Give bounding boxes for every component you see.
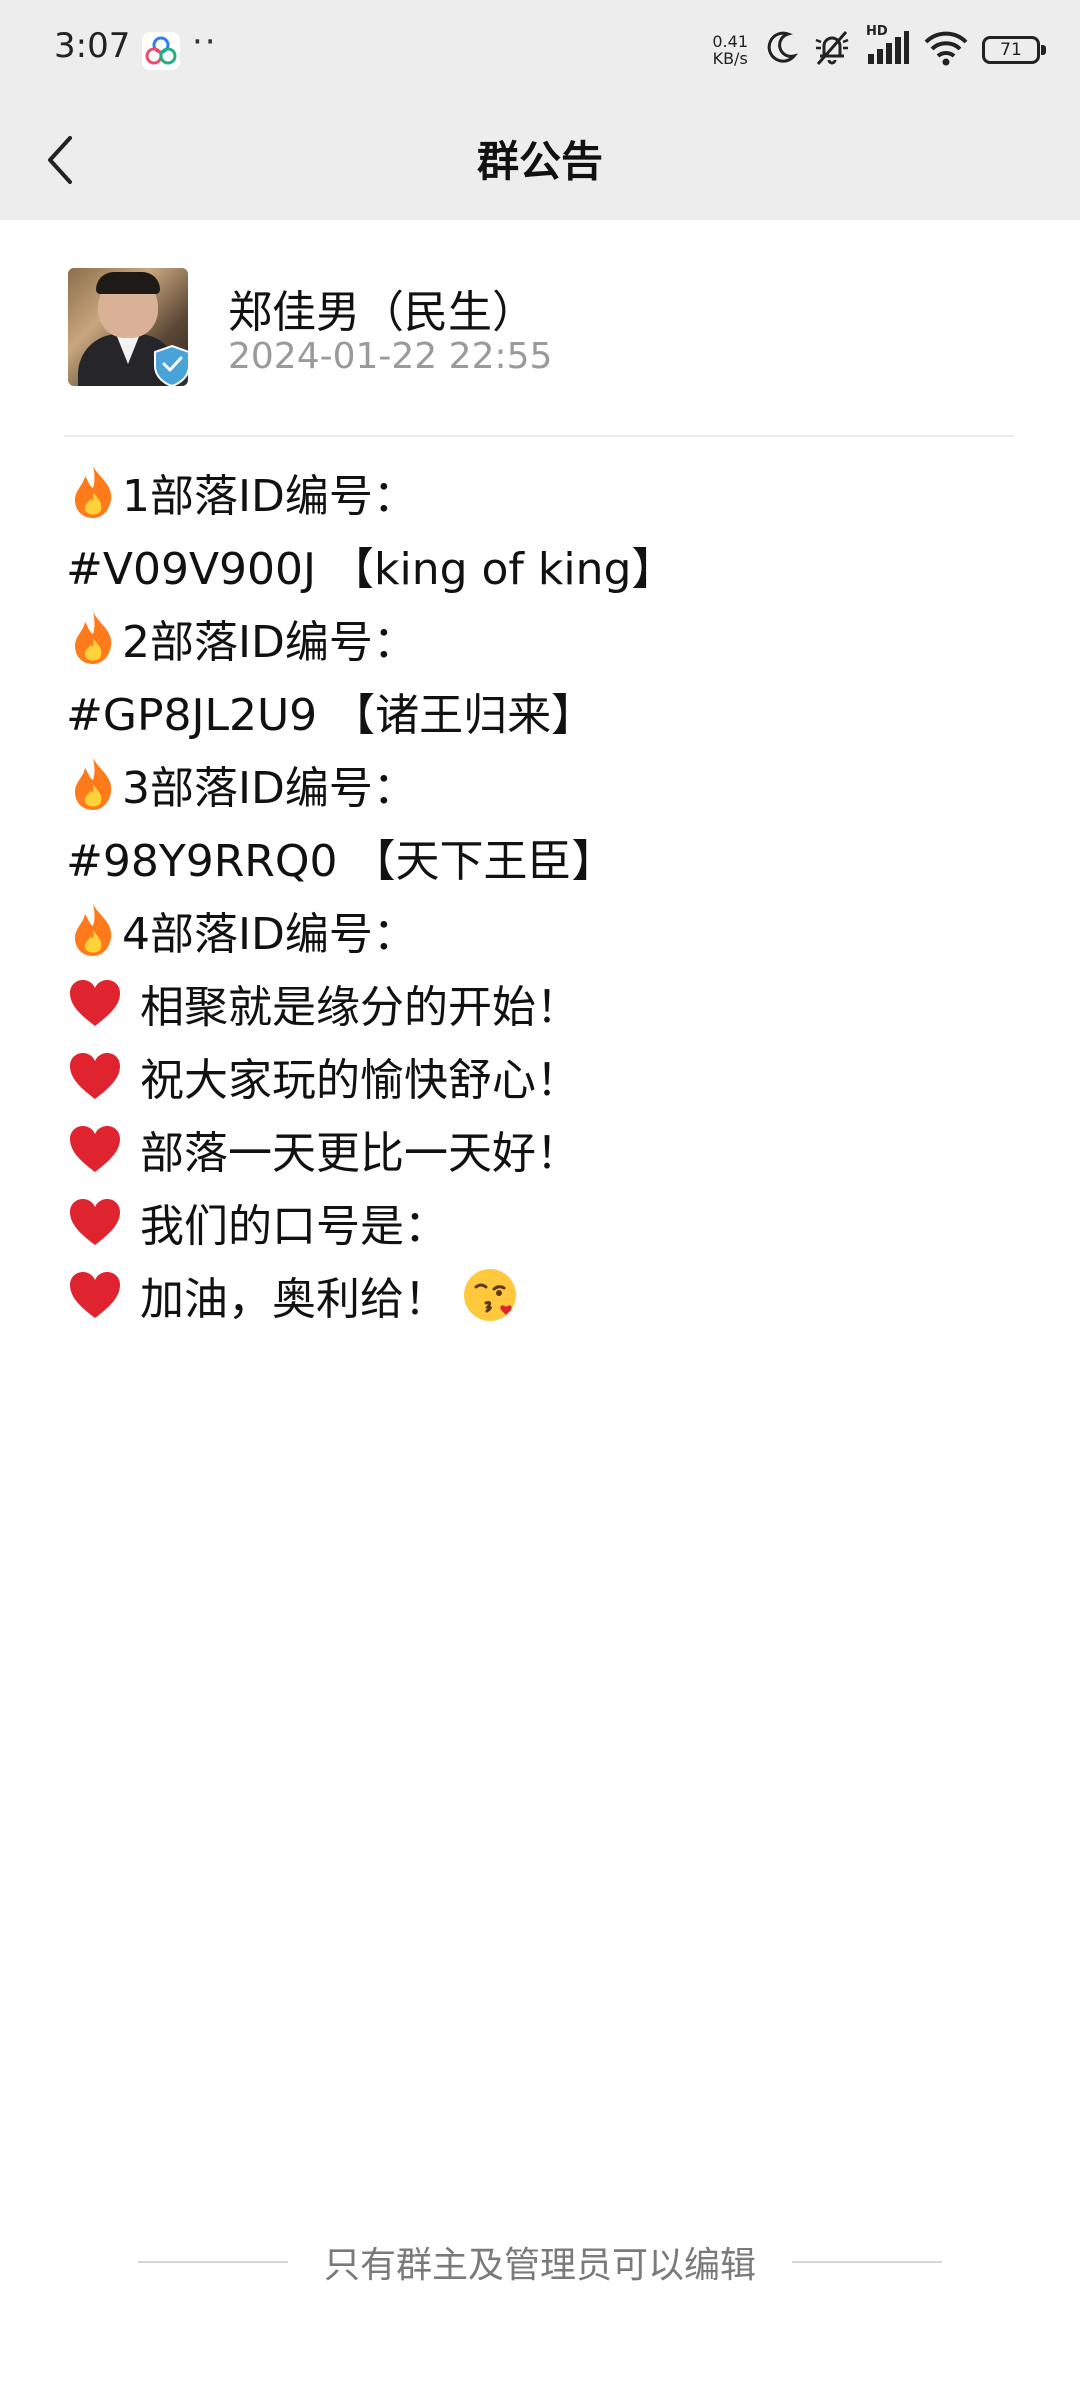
announcement-content: 1部落ID编号： #V09V900J 【king of king】 2部落ID编… — [66, 455, 1026, 1331]
announcement-line-text: #V09V900J 【king of king】 — [66, 543, 676, 595]
more-notifications-indicator: ·· — [192, 22, 218, 62]
announcement-line: 相聚就是缘分的开始！ — [66, 966, 1026, 1039]
announcement-line-text: 2部落ID编号： — [122, 616, 417, 668]
announcement-line-text: 相聚就是缘分的开始！ — [140, 981, 580, 1033]
moon-icon — [766, 30, 799, 70]
announcement-line-text: 祝大家玩的愉快舒心！ — [140, 1054, 580, 1106]
announcement-line-text: 部落一天更比一天好！ — [140, 1127, 580, 1179]
heart-emoji-icon — [66, 1047, 124, 1105]
announcement-line: 加油，奥利给！ — [66, 1258, 1026, 1331]
fire-emoji-icon — [66, 755, 120, 813]
signal-hd-badge: HD — [866, 24, 888, 39]
avatar-hair — [96, 272, 160, 294]
heart-emoji-icon — [66, 974, 124, 1032]
page-title: 群公告 — [476, 137, 603, 186]
status-indicators: 0.41 KB/s HD 71 — [712, 22, 1046, 78]
network-speed: 0.41 KB/s — [712, 33, 748, 67]
announcement-line-text: 4部落ID编号： — [122, 908, 417, 960]
heart-emoji-icon — [66, 1120, 124, 1178]
footer-divider-right — [792, 2261, 942, 2263]
post-timestamp: 2024-01-22 22:55 — [228, 336, 553, 377]
status-bar: 3:07 ·· 0.41 KB/s HD 71 — [0, 0, 1080, 100]
announcement-line: 祝大家玩的愉快舒心！ — [66, 1039, 1026, 1112]
announcement-line-text: 1部落ID编号： — [122, 470, 417, 522]
fire-emoji-icon — [66, 901, 120, 959]
avatar[interactable] — [68, 268, 188, 386]
fire-emoji-icon — [66, 463, 120, 521]
announcement-line: #98Y9RRQ0 【天下王臣】 — [66, 820, 1026, 893]
announcement-line-text: 加油，奥利给！ — [140, 1273, 448, 1325]
announcement-line-text: #98Y9RRQ0 【天下王臣】 — [66, 835, 616, 887]
edit-permission-notice: 只有群主及管理员可以编辑 — [0, 2232, 1080, 2292]
muted-bell-icon — [812, 28, 852, 72]
kiss-emoji-icon — [462, 1267, 518, 1323]
footer-notice-text: 只有群主及管理员可以编辑 — [323, 2245, 756, 2286]
announcement-line-text: #GP8JL2U9 【诸王归来】 — [66, 689, 596, 741]
cellular-signal-icon: HD — [866, 24, 910, 70]
verified-shield-icon — [154, 344, 188, 386]
battery-icon: 71 — [982, 36, 1046, 64]
announcement-line-text: 我们的口号是： — [140, 1200, 448, 1252]
announcement-author: 郑佳男（民生） 2024-01-22 22:55 — [68, 268, 1012, 388]
announcement-line: 3部落ID编号： — [66, 747, 1026, 820]
heart-emoji-icon — [66, 1193, 124, 1251]
network-speed-value: 0.41 — [712, 32, 748, 51]
battery-level: 71 — [1000, 40, 1022, 60]
status-time: 3:07 — [54, 26, 131, 66]
announcement-line: #GP8JL2U9 【诸王归来】 — [66, 674, 1026, 747]
heart-emoji-icon — [66, 1266, 124, 1324]
announcement-line-text: 3部落ID编号： — [122, 762, 417, 814]
announcement-line: 部落一天更比一天好！ — [66, 1112, 1026, 1185]
announcement-line: 我们的口号是： — [66, 1185, 1026, 1258]
app-notification-icon — [142, 32, 180, 70]
fire-emoji-icon — [66, 609, 120, 667]
network-speed-unit: KB/s — [712, 49, 748, 68]
wifi-icon — [924, 30, 968, 70]
announcement-line: 1部落ID编号： — [66, 455, 1026, 528]
author-name[interactable]: 郑佳男（民生） — [228, 276, 536, 340]
navigation-bar: 群公告 — [0, 100, 1080, 220]
divider — [64, 435, 1014, 437]
announcement-line: 4部落ID编号： — [66, 893, 1026, 966]
announcement-line: 2部落ID编号： — [66, 601, 1026, 674]
announcement-line: #V09V900J 【king of king】 — [66, 528, 1026, 601]
footer-divider-left — [137, 2261, 288, 2263]
